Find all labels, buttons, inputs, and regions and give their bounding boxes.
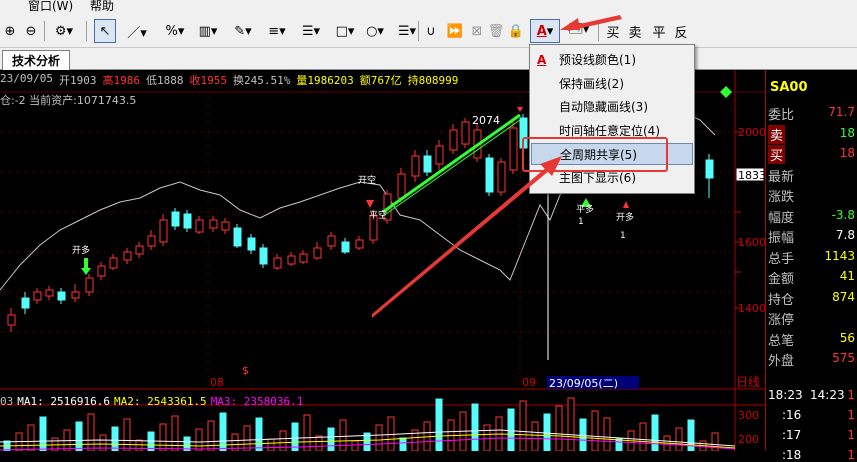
annotation-arrows	[372, 15, 622, 318]
